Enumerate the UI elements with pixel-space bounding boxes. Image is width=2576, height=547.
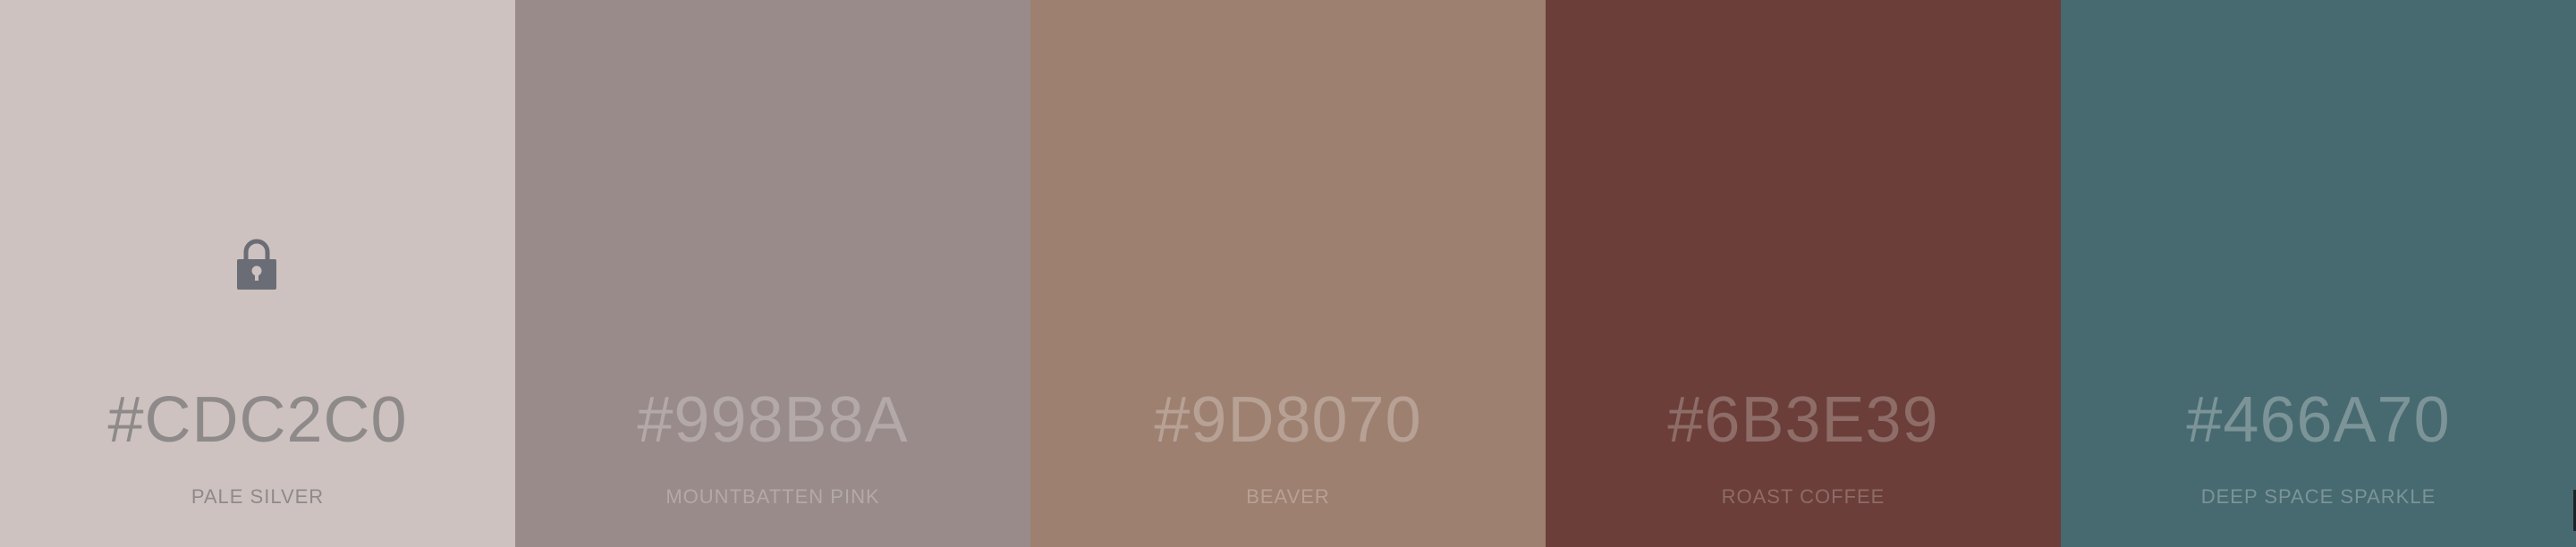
color-name: DEEP SPACE SPARKLE xyxy=(2200,485,2436,508)
swatch-pale-silver[interactable]: #CDC2C0 PALE SILVER xyxy=(0,0,515,547)
color-name: BEAVER xyxy=(1246,485,1330,508)
color-palette: #CDC2C0 PALE SILVER #998B8A MOUNTBATTEN … xyxy=(0,0,2576,547)
color-name: PALE SILVER xyxy=(191,485,325,508)
padlock-icon[interactable] xyxy=(234,236,279,290)
hex-code[interactable]: #466A70 xyxy=(2061,384,2576,456)
color-name: ROAST COFFEE xyxy=(1721,485,1885,508)
hex-code[interactable]: #9D8070 xyxy=(1030,384,1546,456)
swatch-beaver[interactable]: #9D8070 BEAVER xyxy=(1030,0,1546,547)
hex-code[interactable]: #998B8A xyxy=(515,384,1030,456)
swatch-deep-space-sparkle[interactable]: #466A70 DEEP SPACE SPARKLE xyxy=(2061,0,2576,547)
hex-code[interactable]: #6B3E39 xyxy=(1546,384,2061,456)
hex-code[interactable]: #CDC2C0 xyxy=(0,384,515,456)
swatch-mountbatten-pink[interactable]: #998B8A MOUNTBATTEN PINK xyxy=(515,0,1030,547)
color-name: MOUNTBATTEN PINK xyxy=(665,485,880,508)
swatch-roast-coffee[interactable]: #6B3E39 ROAST COFFEE xyxy=(1546,0,2061,547)
